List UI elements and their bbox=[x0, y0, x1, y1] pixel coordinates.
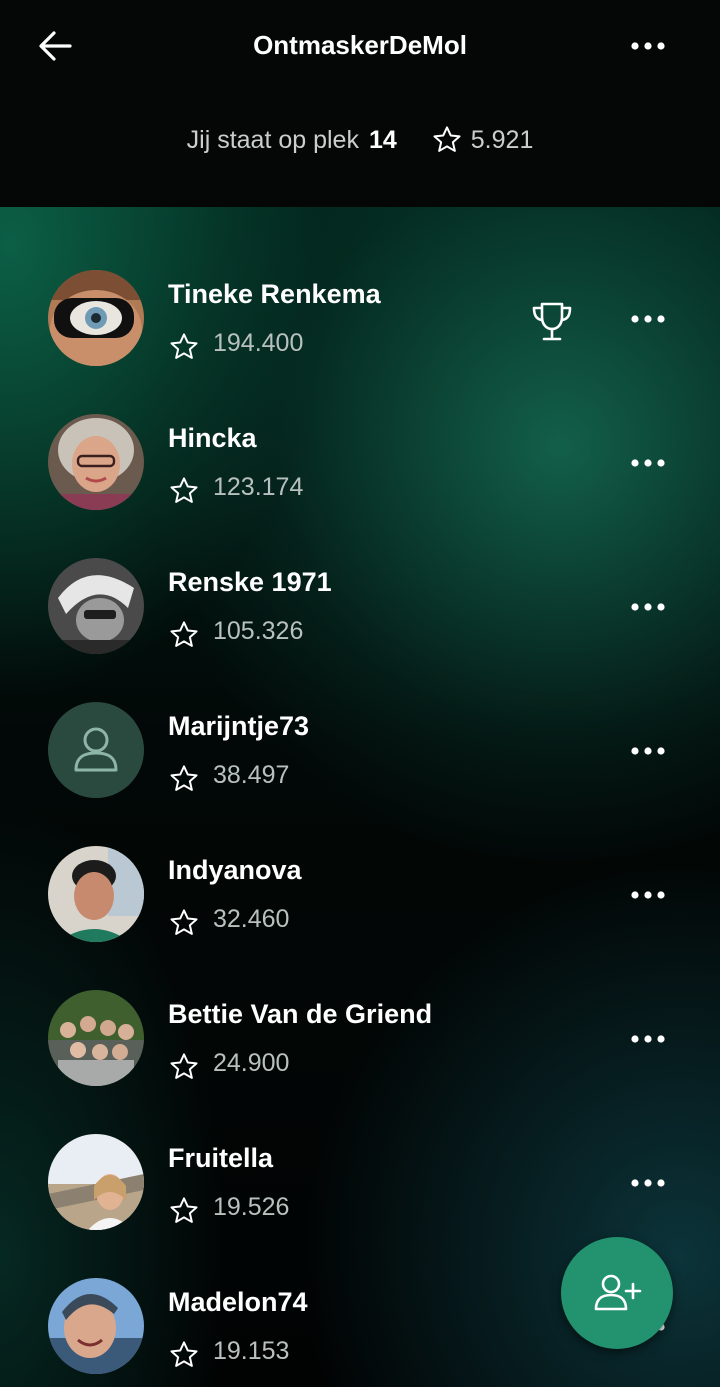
add-friend-button[interactable] bbox=[561, 1237, 673, 1349]
more-dots-icon bbox=[631, 459, 665, 467]
rank-value: 14 bbox=[368, 125, 397, 154]
list-item[interactable]: Tineke Renkema 194.400 bbox=[0, 207, 720, 366]
page-title: OntmaskerDeMol bbox=[253, 30, 467, 60]
list-item[interactable]: Marijntje73 38.497 bbox=[0, 639, 720, 798]
rank-label: Jij staat op plek bbox=[186, 125, 359, 154]
more-dots-icon bbox=[631, 891, 665, 899]
player-name: Fruitella bbox=[168, 1143, 274, 1173]
trophy-icon bbox=[532, 302, 572, 341]
player-name: Marijntje73 bbox=[168, 711, 310, 741]
leaderboard-list: Tineke Renkema 194.400 Hincka 123.174 Re… bbox=[0, 207, 720, 1387]
player-more-button[interactable] bbox=[622, 1167, 674, 1199]
list-item[interactable]: Fruitella 19.526 bbox=[0, 1071, 720, 1230]
player-name: Madelon74 bbox=[168, 1287, 308, 1317]
player-name: Indyanova bbox=[168, 855, 302, 885]
star-icon bbox=[170, 1341, 198, 1367]
player-name: Renske 1971 bbox=[168, 567, 332, 597]
more-dots-icon bbox=[631, 315, 665, 323]
player-name: Tineke Renkema bbox=[168, 279, 381, 309]
user-points: 5.921 bbox=[470, 125, 534, 154]
player-more-button[interactable] bbox=[622, 447, 674, 479]
list-item[interactable]: Bettie Van de Griend 24.900 bbox=[0, 927, 720, 1086]
player-score: 19.153 bbox=[213, 1337, 290, 1365]
player-name: Hincka bbox=[168, 423, 257, 453]
more-dots-icon bbox=[631, 1035, 665, 1043]
list-item[interactable]: Indyanova 32.460 bbox=[0, 783, 720, 942]
star-icon bbox=[431, 124, 463, 156]
app-header: OntmaskerDeMol Jij staat op plek 14 5.92… bbox=[0, 0, 720, 207]
list-item[interactable]: Renske 1971 105.326 bbox=[0, 495, 720, 654]
more-dots-icon bbox=[631, 42, 665, 50]
player-more-button[interactable] bbox=[622, 591, 674, 623]
player-name: Bettie Van de Griend bbox=[168, 999, 433, 1029]
avatar bbox=[48, 1278, 144, 1374]
player-more-button[interactable] bbox=[622, 879, 674, 911]
user-ranking-summary: Jij staat op plek 14 5.921 bbox=[0, 120, 720, 160]
add-user-icon bbox=[594, 1274, 642, 1311]
player-more-button[interactable] bbox=[622, 1023, 674, 1055]
list-item[interactable]: Hincka 123.174 bbox=[0, 351, 720, 510]
more-dots-icon bbox=[631, 1179, 665, 1187]
more-dots-icon bbox=[631, 603, 665, 611]
more-options-button[interactable] bbox=[622, 30, 674, 62]
more-dots-icon bbox=[631, 747, 665, 755]
player-more-button[interactable] bbox=[622, 735, 674, 767]
player-more-button[interactable] bbox=[622, 303, 674, 335]
